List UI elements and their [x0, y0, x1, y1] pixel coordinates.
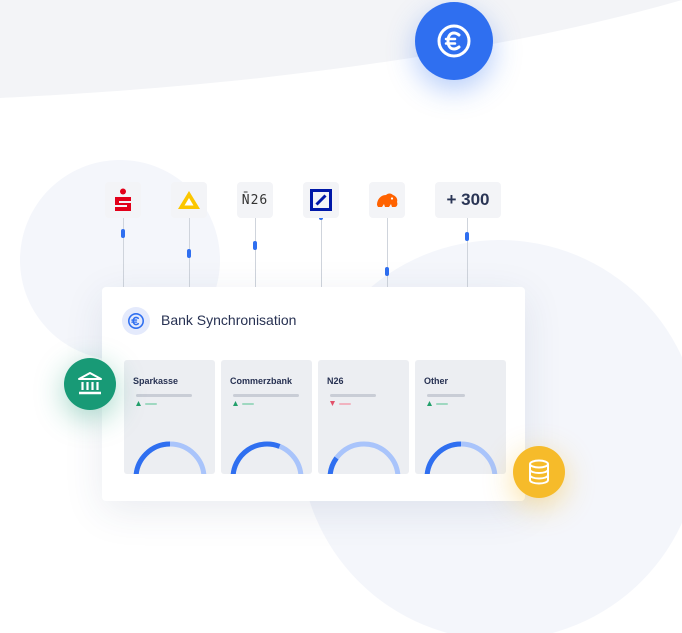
- connector-dot: [187, 249, 191, 258]
- coins-circle: [513, 446, 565, 498]
- coins-stack-icon: [529, 459, 549, 485]
- tile-gauge: [327, 441, 401, 474]
- sparkasse-logo-icon: [115, 188, 131, 211]
- euro-icon: [128, 313, 144, 329]
- trend-down-icon: [330, 401, 351, 406]
- commerzbank-logo-icon: [178, 191, 200, 209]
- trend-up-icon: [233, 401, 254, 406]
- sparkasse-logo: [105, 182, 141, 218]
- card-title: Bank Synchronisation: [161, 312, 297, 328]
- connector-dot: [121, 229, 125, 238]
- tile-progress-placeholder: [330, 394, 376, 397]
- more-banks-count: + 300: [446, 190, 490, 209]
- top-wave: [0, 0, 682, 98]
- commerzbank-logo: [171, 182, 207, 218]
- ing-logo: [369, 182, 405, 218]
- tile-bank-name: Commerzbank: [230, 376, 293, 386]
- connector-line: [321, 218, 322, 288]
- bank-sync-card: Bank Synchronisation Sparkasse Commerzba…: [102, 287, 525, 501]
- bank-circle: [64, 358, 116, 410]
- tile-gauge: [424, 441, 498, 474]
- connector-dot: [465, 232, 469, 241]
- tile-gauge: [133, 441, 207, 474]
- tile-bank-name: N26: [327, 376, 344, 386]
- connector-line: [387, 218, 388, 288]
- more-banks-badge: + 300: [435, 182, 501, 218]
- connector-line: [255, 218, 256, 288]
- n26-logo-text: N̄26: [241, 192, 269, 208]
- connector-dot: [253, 241, 257, 250]
- euro-icon: [437, 24, 471, 58]
- bank-tile[interactable]: N26: [318, 360, 409, 474]
- trend-up-icon: [427, 401, 448, 406]
- bank-tile[interactable]: Commerzbank: [221, 360, 312, 474]
- tile-bank-name: Sparkasse: [133, 376, 179, 386]
- tile-progress-placeholder: [136, 394, 192, 397]
- bank-tile[interactable]: Other: [415, 360, 506, 474]
- n26-logo: N̄26: [237, 182, 273, 218]
- euro-circle-top: [415, 2, 493, 80]
- connector-line: [467, 218, 468, 288]
- connector-dot: [385, 267, 389, 276]
- bank-building-icon: [78, 372, 102, 395]
- deutsche-bank-logo: [303, 182, 339, 218]
- trend-up-icon: [136, 401, 157, 406]
- ing-lion-icon: [377, 193, 398, 207]
- bank-tile[interactable]: Sparkasse: [124, 360, 215, 474]
- tile-bank-name: Other: [424, 376, 449, 386]
- tile-progress-placeholder: [233, 394, 299, 397]
- deutsche-bank-logo-icon: [310, 189, 332, 211]
- tile-progress-placeholder: [427, 394, 465, 397]
- card-euro-badge: [122, 307, 150, 335]
- tile-gauge: [230, 441, 304, 474]
